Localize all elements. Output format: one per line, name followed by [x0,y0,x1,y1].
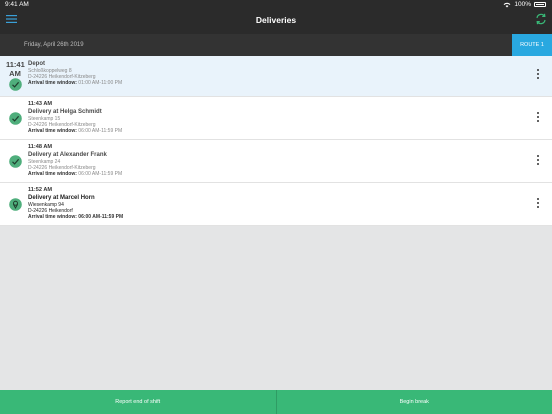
stop-name: Delivery at Alexander Frank [28,152,107,158]
checkmark-icon [9,78,22,91]
more-options-icon[interactable] [537,155,540,169]
report-end-of-shift-button[interactable]: Report end of shift [0,390,276,414]
more-options-icon[interactable] [537,69,540,83]
list-item[interactable]: 11:52 AM Delivery at Marcel Horn Wiesenk… [0,183,552,226]
begin-break-button[interactable]: Begin break [277,390,552,414]
arrival-window-value: 06:00 AM-11:59 PM [78,214,124,220]
list-item[interactable]: 11:48 AM Delivery at Alexander Frank Ste… [0,140,552,183]
arrival-window: Arrival time window: 01:00 AM-11:00 PM [28,80,508,87]
bottom-action-bar: Report end of shift Begin break [0,390,552,414]
checkmark-icon [9,155,22,168]
location-pin-icon [9,198,22,211]
arrival-window-label: Arrival time window: [28,171,77,177]
delivery-list: 11:41 AM Depot Schloßkoppelweg 8 D-24226… [0,56,552,226]
navigation-bar: 9:41 AM 100% Deliveries [0,0,552,34]
arrival-window: Arrival time window: 06:00 AM-11:59 PM [28,171,508,178]
arrival-window-value: 06:00 AM-11:59 PM [78,128,123,134]
date-bar: Friday, April 26th 2019 ROUTE 1 [0,34,552,56]
checkmark-icon [9,112,22,125]
stop-time-hour: 11:41 [6,60,25,69]
date-label: Friday, April 26th 2019 [24,42,84,48]
stop-time: 11:52 AM [28,187,53,193]
battery-percent: 100% [514,1,531,8]
status-right: 100% [503,0,546,9]
stop-time-ampm: AM [9,69,21,78]
arrival-window-label: Arrival time window: [28,128,77,134]
stop-details: 11:52 AM Delivery at Marcel Horn Wiesenk… [28,187,508,221]
stop-name: Depot [28,61,45,67]
status-bar: 9:41 AM 100% [0,0,552,9]
arrival-window: Arrival time window: 06:00 AM-11:59 PM [28,128,508,135]
stop-details: 11:43 AM Delivery at Helga Schmidt Steen… [28,101,508,135]
stop-details: Depot Schloßkoppelweg 8 D-24226 Heikendo… [28,60,508,87]
battery-icon [534,2,546,7]
arrival-window-label: Arrival time window: [28,214,77,220]
stop-time: 11:48 AM [28,144,53,150]
stop-name: Delivery at Marcel Horn [28,195,95,201]
arrival-window-value: 06:00 AM-11:59 PM [78,171,123,177]
more-options-icon[interactable] [537,198,540,212]
more-options-icon[interactable] [537,112,540,126]
page-title: Deliveries [255,15,297,25]
sync-icon[interactable] [534,12,548,26]
arrival-window: Arrival time window: 06:00 AM-11:59 PM [28,214,508,221]
stop-name: Delivery at Helga Schmidt [28,109,102,115]
status-time: 9:41 AM [5,1,29,8]
arrival-window-value: 01:00 AM-11:00 PM [78,80,123,86]
route-tab[interactable]: ROUTE 1 [512,34,552,56]
list-item[interactable]: 11:41 AM Depot Schloßkoppelweg 8 D-24226… [0,56,552,97]
stop-time: 11:43 AM [28,101,53,107]
arrival-window-label: Arrival time window: [28,80,77,86]
stop-time: 11:41 AM [6,60,25,78]
list-item[interactable]: 11:43 AM Delivery at Helga Schmidt Steen… [0,97,552,140]
stop-details: 11:48 AM Delivery at Alexander Frank Ste… [28,144,508,178]
wifi-icon [503,2,511,7]
